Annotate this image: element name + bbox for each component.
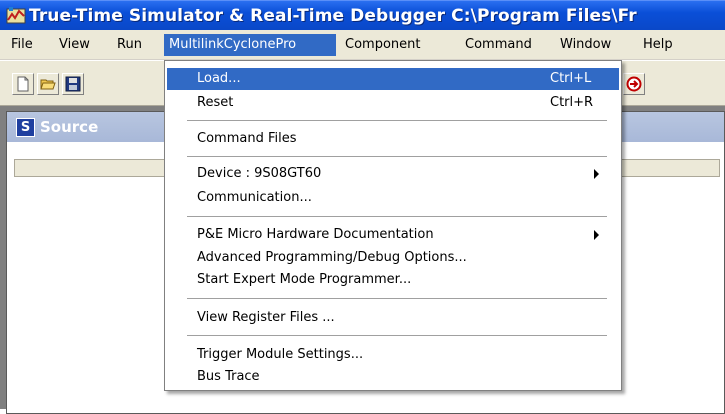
menu-separator: [187, 298, 607, 299]
menu-item-device[interactable]: Device : 9S08GT60: [167, 163, 619, 185]
menu-separator: [187, 156, 607, 157]
menu-item-label: Load...: [197, 71, 241, 86]
menu-item-reset[interactable]: Reset Ctrl+R: [167, 92, 619, 114]
app-icon: [6, 7, 26, 24]
menu-item-trigger-module-settings[interactable]: Trigger Module Settings...: [167, 344, 619, 366]
menu-item-label: Advanced Programming/Debug Options...: [197, 250, 467, 265]
menu-item-pe-micro-hardware-documentation[interactable]: P&E Micro Hardware Documentation: [167, 224, 619, 246]
menu-window[interactable]: Window: [555, 34, 616, 56]
new-file-button[interactable]: [12, 73, 34, 95]
menu-item-label: Start Expert Mode Programmer...: [197, 272, 412, 287]
save-floppy-icon: [65, 76, 81, 92]
menu-item-shortcut: Ctrl+L: [550, 71, 592, 86]
menu-item-advanced-programming-debug-options[interactable]: Advanced Programming/Debug Options...: [167, 247, 619, 269]
save-button[interactable]: [62, 73, 84, 95]
menu-item-bus-trace[interactable]: Bus Trace: [167, 366, 619, 388]
window-title: True-Time Simulator & Real-Time Debugger…: [29, 6, 637, 26]
menu-bar: File View Run MultilinkCyclonePro Compon…: [0, 30, 725, 60]
menu-item-label: Command Files: [197, 131, 297, 146]
new-file-icon: [17, 76, 29, 92]
menu-file[interactable]: File: [6, 34, 38, 56]
menu-item-label: Trigger Module Settings...: [197, 347, 364, 362]
menu-item-label: Reset: [197, 95, 234, 110]
title-bar: True-Time Simulator & Real-Time Debugger…: [0, 0, 725, 30]
source-window-title: Source: [40, 118, 99, 136]
menu-item-view-register-files[interactable]: View Register Files ...: [167, 307, 619, 329]
menu-separator: [187, 120, 607, 121]
menu-item-start-expert-mode-programmer[interactable]: Start Expert Mode Programmer...: [167, 269, 619, 291]
menu-view[interactable]: View: [54, 34, 95, 56]
menu-item-label: Communication...: [197, 190, 312, 205]
multilinkcyclonepro-dropdown-menu: Load... Ctrl+L Reset Ctrl+R Command File…: [164, 60, 622, 391]
source-window-icon: S: [16, 118, 35, 137]
submenu-arrow-icon: [594, 169, 599, 179]
submenu-arrow-icon: [594, 230, 599, 240]
menu-separator: [187, 216, 607, 217]
menu-component[interactable]: Component: [340, 34, 425, 56]
open-button[interactable]: [37, 73, 59, 95]
menu-item-label: View Register Files ...: [197, 310, 335, 325]
halt-icon: [626, 76, 642, 92]
menu-command[interactable]: Command: [460, 34, 537, 56]
menu-item-label: Device : 9S08GT60: [197, 166, 322, 181]
menu-help[interactable]: Help: [638, 34, 678, 56]
halt-button[interactable]: [623, 73, 645, 95]
menu-item-shortcut: Ctrl+R: [550, 95, 594, 110]
menu-multilinkcyclonepro[interactable]: MultilinkCyclonePro: [164, 34, 336, 56]
open-folder-icon: [40, 79, 56, 90]
menu-item-label: Bus Trace: [197, 369, 260, 384]
menu-run[interactable]: Run: [112, 34, 147, 56]
menu-item-label: P&E Micro Hardware Documentation: [197, 227, 434, 242]
menu-item-load[interactable]: Load... Ctrl+L: [167, 68, 619, 90]
menu-item-communication[interactable]: Communication...: [167, 187, 619, 209]
menu-item-command-files[interactable]: Command Files: [167, 128, 619, 150]
menu-separator: [187, 335, 607, 336]
